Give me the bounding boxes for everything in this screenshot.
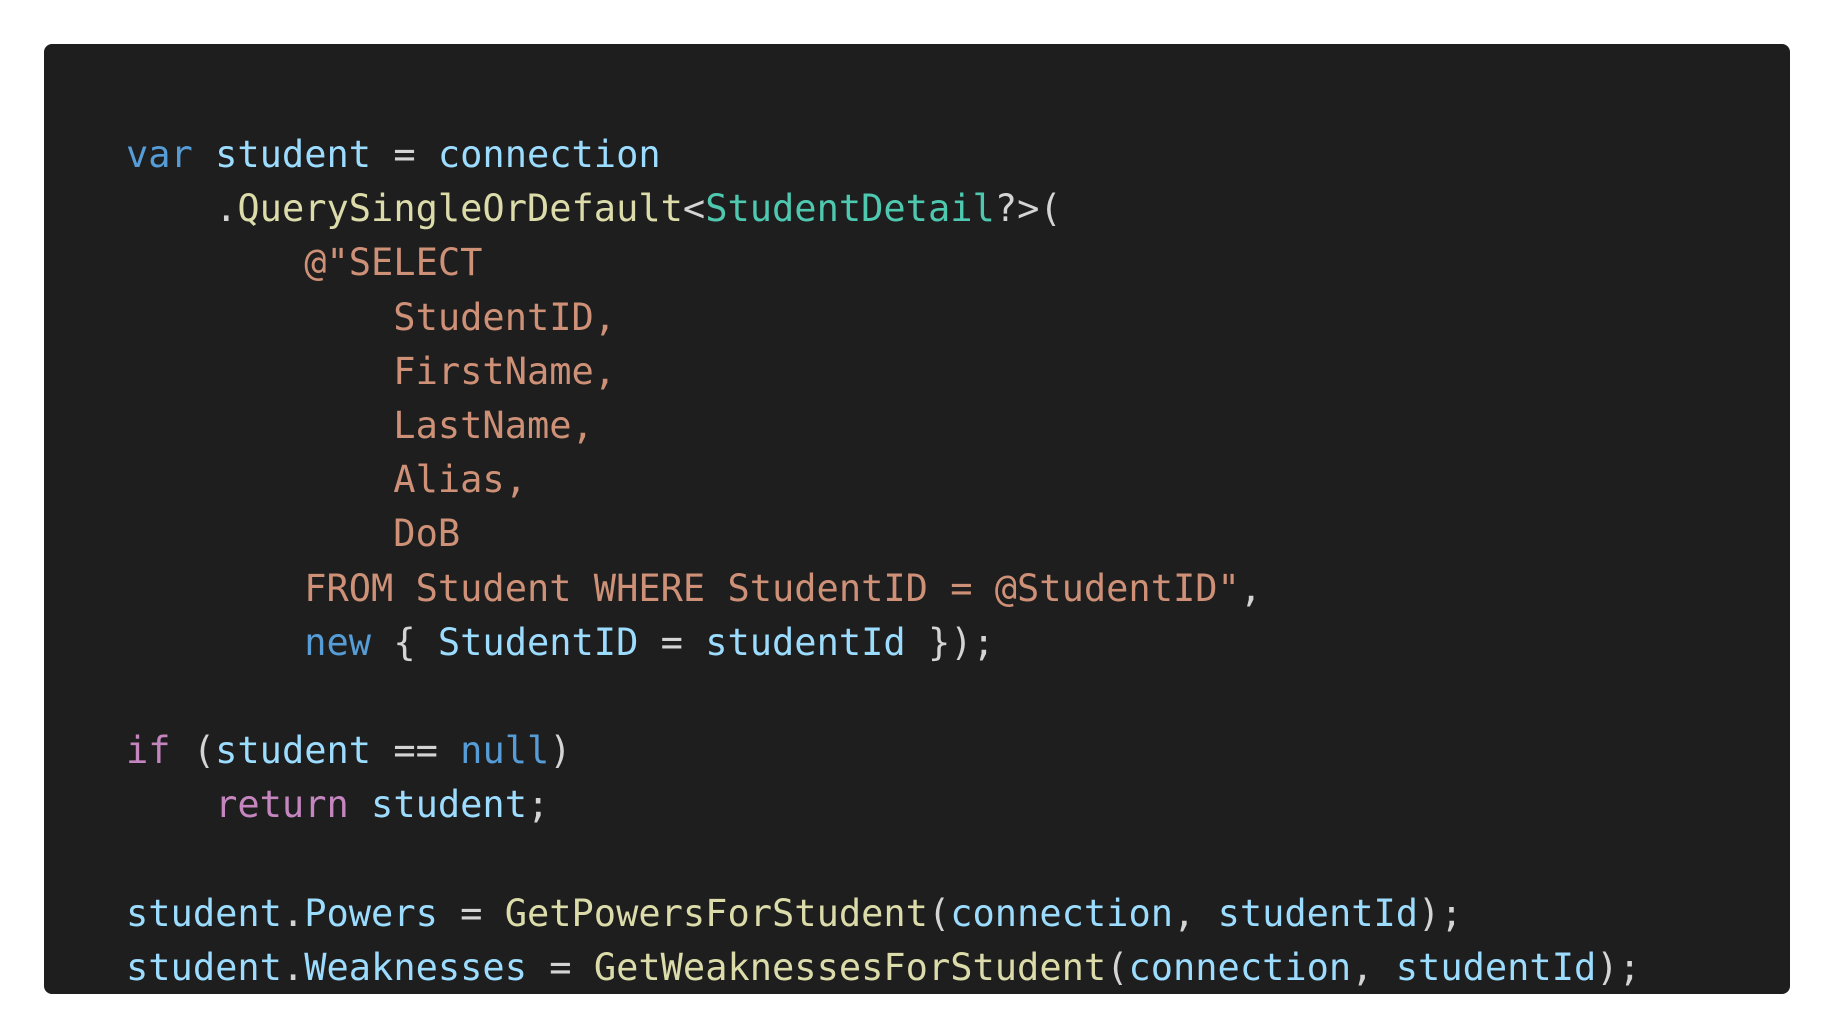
code-line: .QuerySingleOrDefault<StudentDetail?>( [126, 182, 1790, 236]
code-token: studentId [1217, 891, 1419, 935]
code-token: return [215, 783, 349, 827]
code-line: ​ [126, 832, 1790, 886]
code-line: var student = connection [126, 128, 1790, 182]
code-token: . [281, 945, 305, 989]
code-line: Alias, [126, 453, 1790, 507]
code-token: == [371, 729, 461, 773]
code-token: LastName, [126, 403, 594, 447]
code-token: ( [170, 729, 216, 773]
code-token: Powers [304, 891, 438, 935]
code-token: QuerySingleOrDefault [237, 187, 683, 231]
code-content: var student = connection .QuerySingleOrD… [126, 128, 1790, 995]
code-token: GetPowersForStudent [504, 891, 928, 935]
code-token: ( [1106, 945, 1129, 989]
code-token: connection [437, 133, 661, 176]
code-token: student [371, 783, 527, 827]
code-token: ; [526, 783, 550, 827]
code-line: student.Weaknesses = GetWeaknessesForStu… [126, 941, 1790, 995]
code-token: = [437, 891, 505, 935]
code-token: student [126, 945, 282, 989]
code-token: studentId [705, 620, 906, 664]
code-token: { [371, 620, 438, 664]
code-token: ); [1418, 891, 1463, 935]
code-token: DoB [126, 512, 461, 556]
code-token: ( [927, 891, 951, 935]
code-token: student [126, 891, 282, 935]
code-token: = [526, 945, 594, 989]
code-token: StudentID [437, 620, 639, 664]
code-token: @"SELECT [126, 241, 483, 285]
code-token: , [1351, 945, 1396, 989]
code-token: null [460, 729, 550, 773]
code-token: student [215, 133, 372, 176]
code-token: Weaknesses [304, 945, 527, 989]
code-token: . [281, 891, 305, 935]
code-token: StudentID, [126, 295, 617, 339]
code-line: return student; [126, 778, 1790, 832]
code-token: ); [1596, 945, 1641, 989]
code-token: student [215, 729, 372, 773]
code-token: = [371, 133, 438, 176]
code-line: if (student == null) [126, 724, 1790, 778]
code-token: GetWeaknessesForStudent [593, 945, 1107, 989]
code-line: student.Powers = GetPowersForStudent(con… [126, 887, 1790, 941]
code-line: FROM Student WHERE StudentID = @StudentI… [126, 562, 1790, 616]
code-token: = [638, 620, 706, 664]
code-token: ?>( [994, 187, 1062, 231]
code-token: FROM Student WHERE StudentID = @StudentI… [126, 566, 1240, 610]
code-line: @"SELECT [126, 236, 1790, 290]
code-token: new [304, 620, 372, 664]
code-token: StudentDetail [705, 187, 995, 231]
code-line: new { StudentID = studentId }); [126, 616, 1790, 670]
code-token: connection [950, 891, 1173, 935]
code-token: if [126, 729, 171, 773]
code-token: Alias, [126, 458, 527, 502]
code-token: ) [549, 729, 572, 773]
code-token: , [1239, 566, 1263, 610]
code-token: var [126, 133, 193, 176]
code-token: , [1173, 891, 1218, 935]
code-token: FirstName, [126, 349, 617, 393]
code-token: . [126, 187, 238, 231]
code-line: DoB [126, 507, 1790, 561]
code-line: LastName, [126, 399, 1790, 453]
code-token: < [682, 187, 706, 231]
code-token: studentId [1395, 945, 1597, 989]
code-token: connection [1128, 945, 1352, 989]
code-block: var student = connection .QuerySingleOrD… [44, 44, 1790, 994]
code-line: ​ [126, 670, 1790, 724]
code-token: }); [905, 620, 995, 664]
code-line: FirstName, [126, 345, 1790, 399]
code-line: StudentID, [126, 291, 1790, 345]
